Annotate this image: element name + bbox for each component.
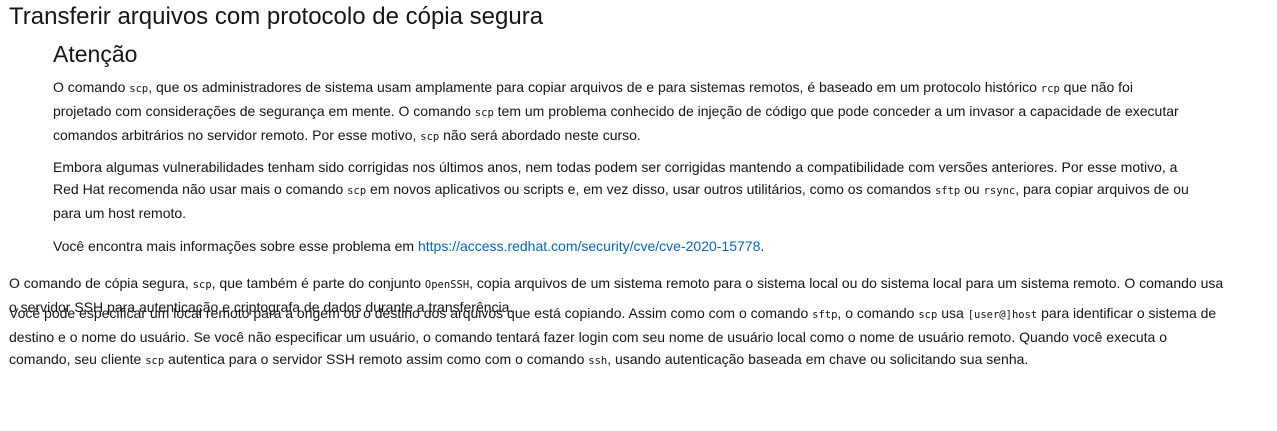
text: , para copiar arquivos de ou <box>1015 181 1189 197</box>
inline-code: scp <box>420 131 440 143</box>
text: para um host remoto. <box>53 205 187 221</box>
text: destino e o nome do usuário. Se você não… <box>9 329 1168 345</box>
inline-code: scp <box>129 83 149 95</box>
text: projetado com considerações de segurança… <box>53 103 475 119</box>
admonition-heading: Atenção <box>53 41 138 67</box>
text: , copia arquivos de um sistema remoto pa… <box>469 275 1224 291</box>
inline-code: scp <box>347 185 367 197</box>
inline-code: ssh <box>588 355 608 367</box>
document-page: Transferir arquivos com protocolo de cóp… <box>0 0 1277 431</box>
inline-code: rsync <box>983 185 1016 197</box>
text: . <box>760 238 765 254</box>
cve-link[interactable]: https://access.redhat.com/security/cve/c… <box>418 238 760 254</box>
inline-code: scp <box>918 309 938 321</box>
text: autentica para o servidor SSH remoto ass… <box>164 351 589 367</box>
text: que não foi <box>1059 79 1133 95</box>
inline-code: OpenSSH <box>424 279 470 291</box>
inline-code: sftp <box>812 309 838 321</box>
inline-code: rcp <box>1040 83 1060 95</box>
inline-code: scp <box>145 355 165 367</box>
text: Embora algumas vulnerabilidades tenham s… <box>53 159 1178 175</box>
text: em novos aplicativos ou scripts e, em ve… <box>366 181 935 197</box>
text: Você pode especificar um local remoto pa… <box>9 305 813 321</box>
text: usa <box>937 305 968 321</box>
text: , que também é parte do conjunto <box>211 275 425 291</box>
admonition-paragraph-2: Embora algumas vulnerabilidades tenham s… <box>53 156 1189 224</box>
page-title: Transferir arquivos com protocolo de cóp… <box>9 3 544 30</box>
admonition-paragraph-3: Você encontra mais informações sobre ess… <box>53 235 764 257</box>
warning-admonition: Atenção O comando scp, que os administra… <box>53 40 1233 254</box>
text: Red Hat recomenda não usar mais o comand… <box>53 181 348 197</box>
inline-code: scp <box>474 107 494 119</box>
text: comandos arbitrários no servidor remoto.… <box>53 127 421 143</box>
text: O comando de cópia segura, <box>9 275 193 291</box>
inline-code: [user@]host <box>967 309 1038 321</box>
text: , usando autenticação baseada em chave o… <box>607 351 1029 367</box>
text: ou <box>960 181 984 197</box>
text: , que os administradores de sistema usam… <box>148 79 1041 95</box>
text: tem um problema conhecido de injeção de … <box>493 103 1179 119</box>
text: comando, seu cliente <box>9 351 146 367</box>
text: , o comando <box>837 305 919 321</box>
inline-code: scp <box>192 279 212 291</box>
text: não será abordado neste curso. <box>439 127 641 143</box>
admonition-paragraph-1: O comando scp, que os administradores de… <box>53 76 1179 148</box>
text: para identificar o sistema de <box>1037 305 1217 321</box>
body-paragraph-2: Você pode especificar um local remoto pa… <box>9 302 1271 372</box>
text: Você encontra mais informações sobre ess… <box>53 238 418 254</box>
text: O comando <box>53 79 130 95</box>
inline-code: sftp <box>934 185 961 197</box>
